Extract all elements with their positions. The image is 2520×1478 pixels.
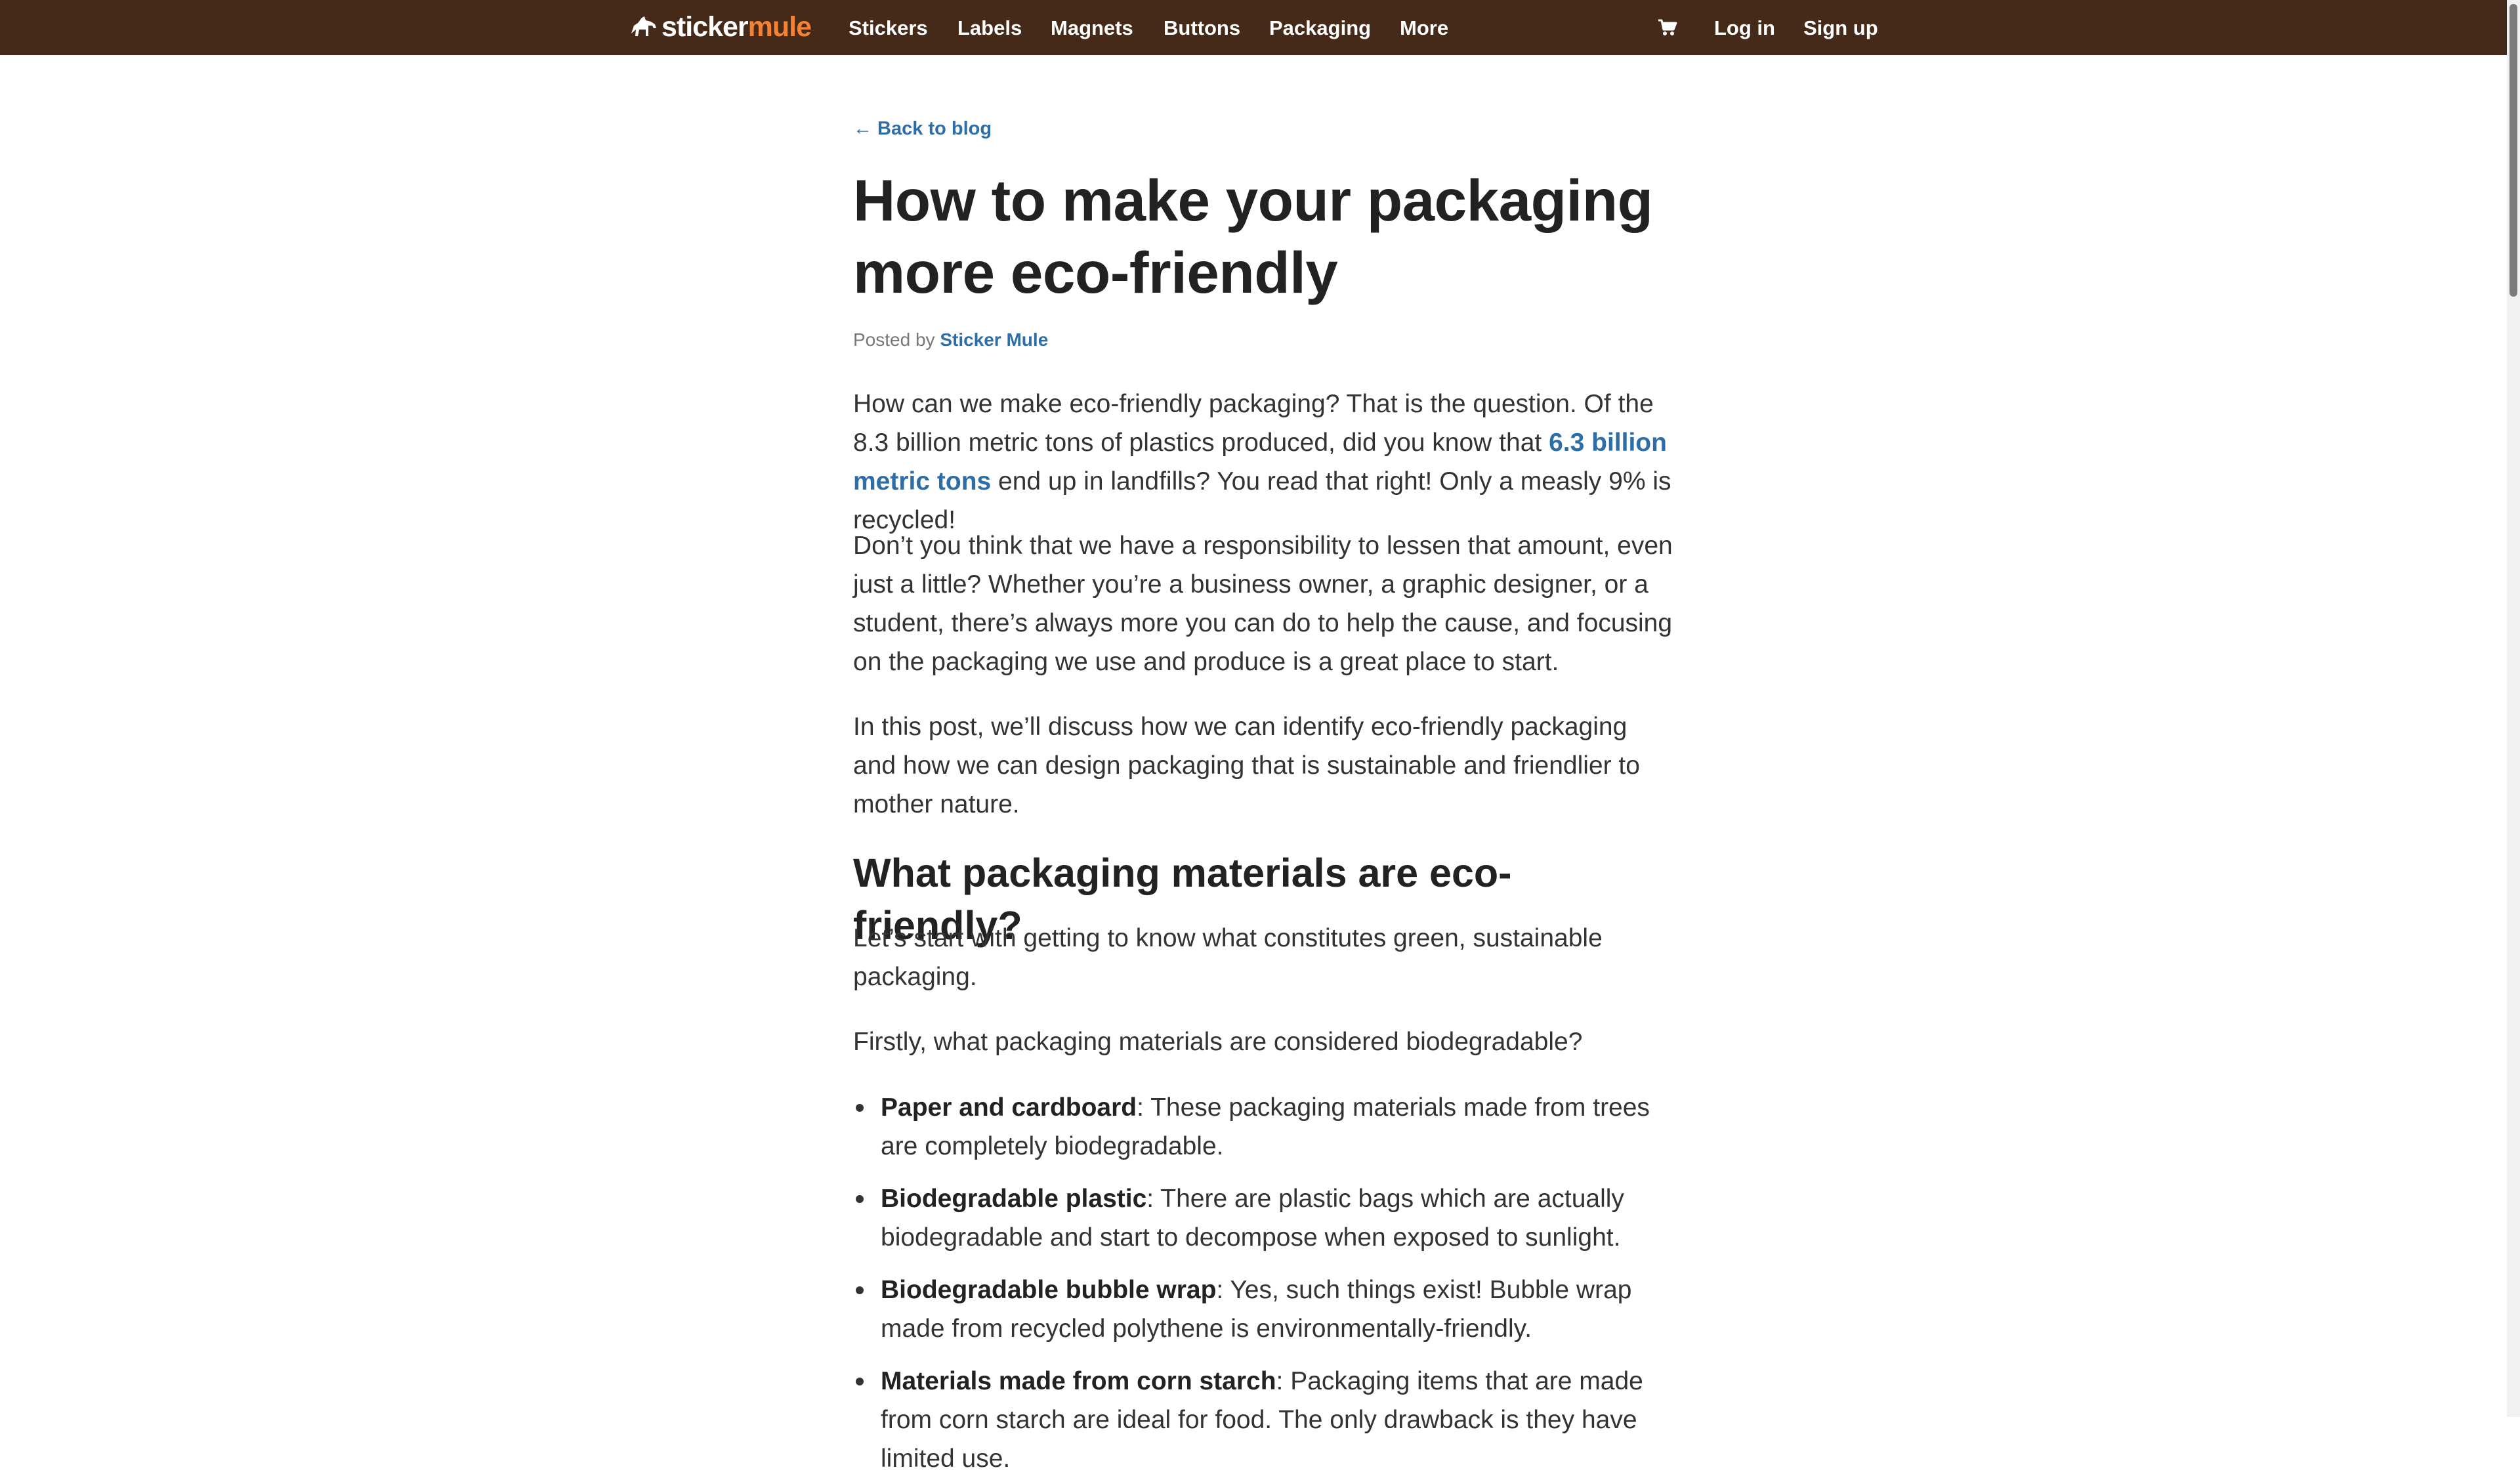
paragraph-intro-text-a: How can we make eco-friendly packaging? … [853,390,1654,457]
nav-magnets[interactable]: Magnets [1051,0,1133,55]
nav-more[interactable]: More [1400,0,1448,55]
paragraph-post-overview: In this post, we’ll discuss how we can i… [853,713,1640,818]
cart-icon[interactable] [1658,18,1677,37]
page-title: How to make your packaging more eco-frie… [853,167,1653,305]
list-item: Biodegradable plastic: There are plastic… [856,1179,1673,1257]
mule-icon [631,16,656,36]
list-item-term: Paper and cardboard [881,1093,1137,1122]
posted-by-label: Posted by [853,329,935,350]
nav-packaging[interactable]: Packaging [1269,0,1371,55]
paragraph-responsibility: Don’t you think that we have a responsib… [853,532,1673,676]
list-item: Paper and cardboard: These packaging mat… [856,1088,1673,1166]
nav-buttons[interactable]: Buttons [1164,0,1240,55]
scrollbar-thumb[interactable] [2510,4,2517,297]
author-link[interactable]: Sticker Mule [940,329,1048,350]
logo-text-sticker: sticker [662,11,749,43]
byline: Posted by Sticker Mule [853,329,1048,350]
list-item: Materials made from corn starch: Packagi… [856,1362,1673,1478]
nav-labels[interactable]: Labels [957,0,1022,55]
nav-stickers[interactable]: Stickers [849,0,928,55]
back-to-blog-link[interactable]: ← Back to blog [853,118,992,140]
login-link[interactable]: Log in [1714,0,1775,55]
paragraph-sustainable-intro: Let’s start with getting to know what co… [853,924,1603,991]
signup-link[interactable]: Sign up [1803,0,1878,55]
list-item-term: Biodegradable bubble wrap [881,1276,1217,1304]
top-navbar: sticker mule Stickers Labels Magnets Butt… [0,0,2520,55]
list-item-term: Biodegradable plastic [881,1185,1147,1213]
logo-text-mule: mule [747,11,812,43]
scrollbar[interactable] [2507,0,2520,1417]
stickermule-logo[interactable]: sticker mule [629,11,812,43]
list-item-term: Materials made from corn starch [881,1367,1276,1395]
list-item: Biodegradable bubble wrap: Yes, such thi… [856,1271,1673,1348]
paragraph-intro: How can we make eco-friendly packaging? … [853,385,1673,539]
paragraph-biodegradable-question: Firstly, what packaging materials are co… [853,1028,1583,1056]
